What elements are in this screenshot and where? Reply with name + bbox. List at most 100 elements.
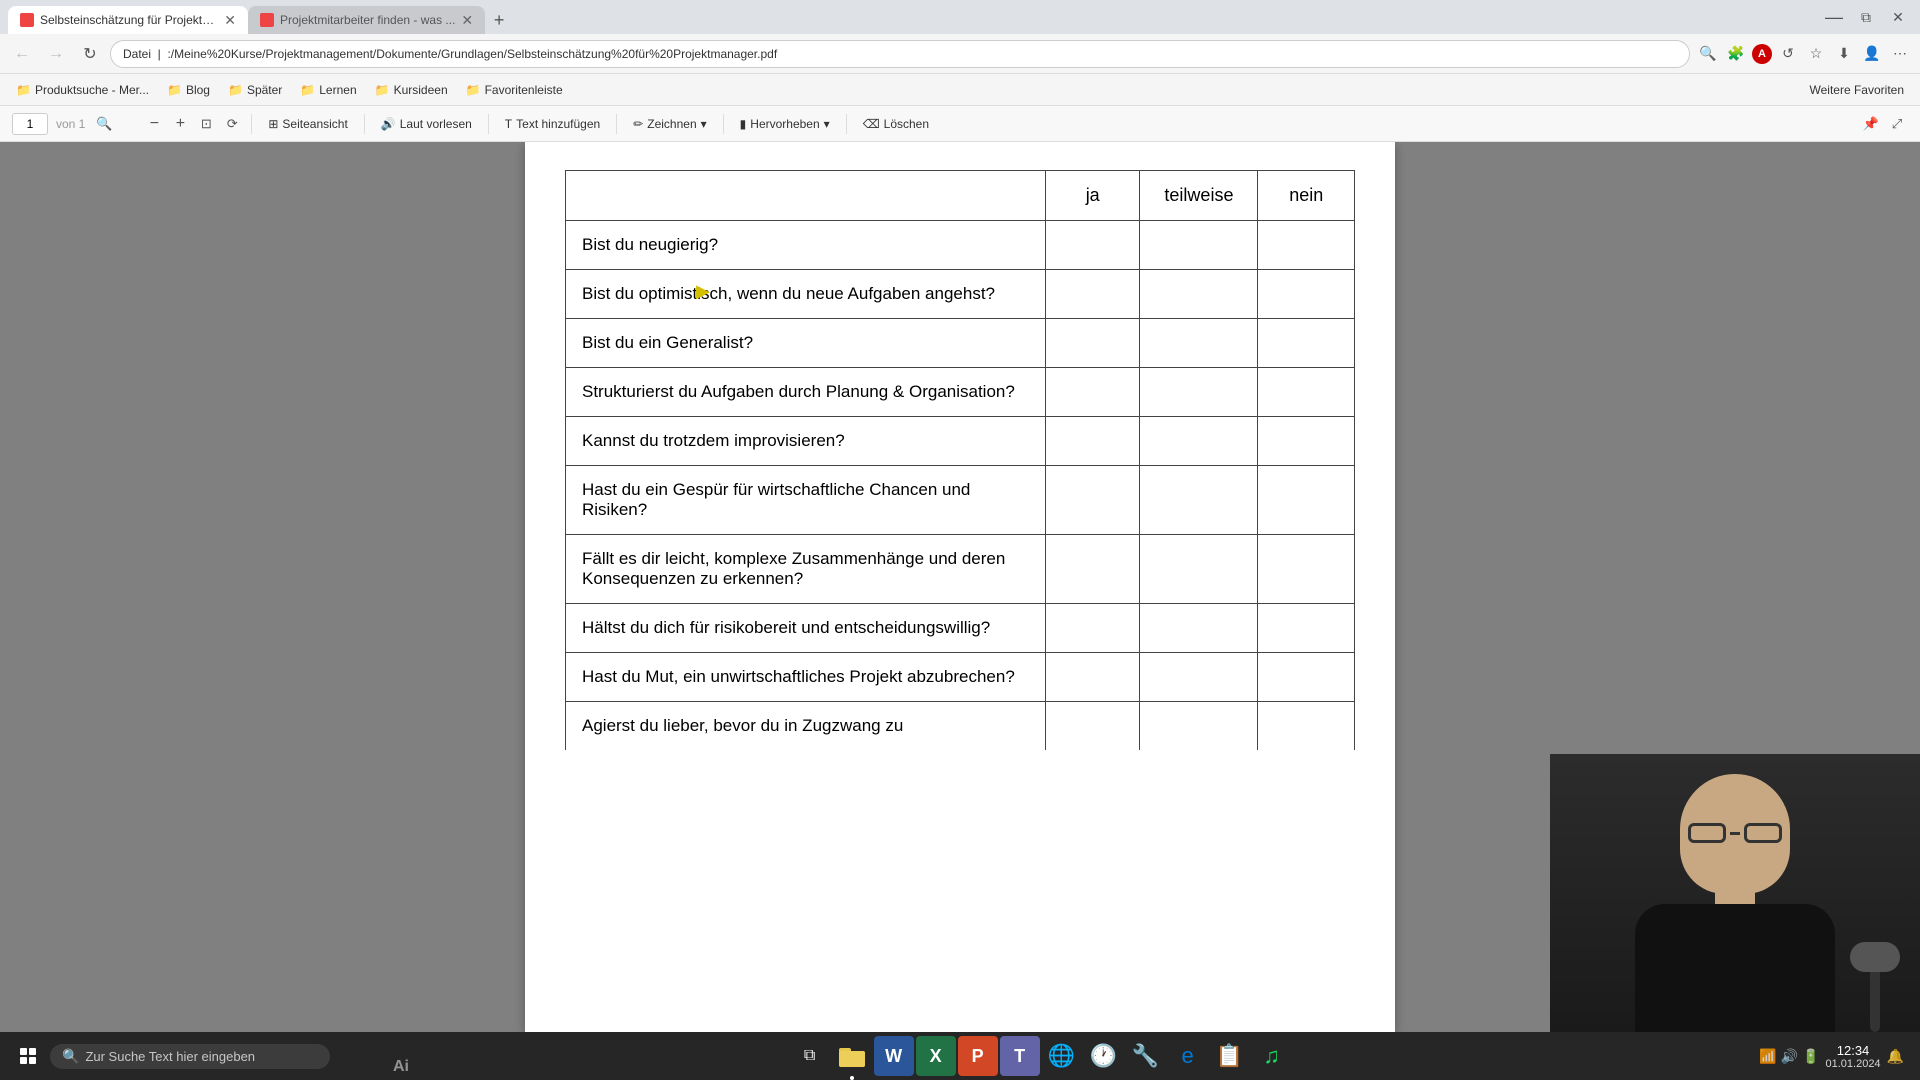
address-input[interactable]: Datei | :/Meine%20Kurse/Projektmanagemen… [110, 40, 1690, 68]
divider-6 [846, 114, 847, 134]
header-ja: ja [1046, 171, 1140, 221]
ja-cell [1046, 466, 1140, 535]
laut-vorlesen-label: Laut vorlesen [400, 117, 472, 131]
bookmark-produktsuche[interactable]: 📁 Produktsuche - Mer... [8, 80, 157, 100]
question-cell: Bist du ein Generalist? [566, 319, 1046, 368]
bookmark-blog[interactable]: 📁 Blog [159, 80, 218, 100]
bookmark-spaeter[interactable]: 📁 Später [220, 80, 290, 100]
adblock-icon[interactable]: A [1752, 44, 1772, 64]
restore-button[interactable]: ⧉ [1852, 3, 1880, 31]
extensions-icon[interactable]: 🧩 [1724, 42, 1748, 66]
header-teilweise: teilweise [1140, 171, 1258, 221]
time-display: 12:34 [1826, 1043, 1881, 1058]
clock-app[interactable]: 🕐 [1084, 1036, 1124, 1076]
question-cell: Bist du neugierig? [566, 221, 1046, 270]
title-bar: Selbsteinschätzung für Projektm... ✕ Pro… [0, 0, 1920, 34]
bookmark-label: Später [247, 83, 282, 97]
minimize-button[interactable]: — [1820, 3, 1848, 31]
tab-2-inactive[interactable]: Projektmitarbeiter finden - was ... ✕ [248, 6, 485, 34]
edge-app[interactable]: e [1168, 1036, 1208, 1076]
taskbar: 🔍 Zur Suche Text hier eingeben ⧉ W X P T… [0, 1032, 1920, 1080]
table-row: Hast du ein Gespür für wirtschaftliche C… [566, 466, 1355, 535]
seitenansicht-icon: ⊞ [268, 117, 278, 131]
bookmark-lernen[interactable]: 📁 Lernen [292, 80, 364, 100]
table-header-row: ja teilweise nein [566, 171, 1355, 221]
excel-app[interactable]: X [916, 1036, 956, 1076]
browser-window: Selbsteinschätzung für Projektm... ✕ Pro… [0, 0, 1920, 1080]
pin-button[interactable]: 📌 [1860, 113, 1882, 135]
new-tab-button[interactable]: + [485, 6, 513, 34]
teams-app[interactable]: T [1000, 1036, 1040, 1076]
text-hinzufuegen-button[interactable]: T Text hinzufügen [497, 111, 608, 137]
ja-cell [1046, 653, 1140, 702]
tab-favicon-1 [20, 13, 34, 27]
taskbar-clock[interactable]: 12:34 01.01.2024 [1826, 1043, 1881, 1070]
table-row: Bist du ein Generalist? [566, 319, 1355, 368]
weitere-favoriten-button[interactable]: Weitere Favoriten [1802, 80, 1912, 100]
ja-cell [1046, 319, 1140, 368]
app9[interactable]: 🔧 [1126, 1036, 1166, 1076]
fit-page-button[interactable]: ⊡ [195, 113, 217, 135]
laut-vorlesen-button[interactable]: 🔊 Laut vorlesen [373, 111, 480, 137]
bookmark-label: Produktsuche - Mer... [35, 83, 149, 97]
forward-button[interactable]: → [42, 40, 70, 68]
table-row: Hältst du dich für risikobereit und ents… [566, 604, 1355, 653]
chrome-app[interactable]: 🌐 [1042, 1036, 1082, 1076]
tab-bar: Selbsteinschätzung für Projektm... ✕ Pro… [8, 0, 1820, 34]
folder-icon: 📁 [16, 83, 31, 97]
taskbar-search[interactable]: 🔍 Zur Suche Text hier eingeben [50, 1044, 330, 1069]
word-app[interactable]: W [874, 1036, 914, 1076]
bookmark-label: Lernen [319, 83, 356, 97]
zoom-in-button[interactable]: + [169, 113, 191, 135]
zoom-icon[interactable]: 🔍 [1696, 42, 1720, 66]
tab-close-1[interactable]: ✕ [224, 12, 236, 29]
ja-cell [1046, 604, 1140, 653]
refresh-icon[interactable]: ↺ [1776, 42, 1800, 66]
taskview-app[interactable]: ⧉ [790, 1036, 830, 1076]
menu-icon[interactable]: ⋯ [1888, 42, 1912, 66]
ja-cell [1046, 368, 1140, 417]
nein-cell [1258, 535, 1355, 604]
bookmark-favoritenleiste[interactable]: 📁 Favoritenleiste [458, 80, 571, 100]
file-explorer-app[interactable] [832, 1036, 872, 1076]
zeichnen-arrow: ▾ [701, 117, 707, 131]
windows-logo [20, 1048, 36, 1064]
question-cell: Bist du optimistisch, wenn du neue Aufga… [566, 270, 1046, 319]
spotify-app[interactable]: ♫ [1252, 1036, 1292, 1076]
hervorheben-button[interactable]: ▮ Hervorheben ▾ [732, 111, 838, 137]
bookmark-label: Blog [186, 83, 210, 97]
table-row: Strukturierst du Aufgaben durch Planung … [566, 368, 1355, 417]
tab-close-2[interactable]: ✕ [461, 12, 473, 29]
zoom-out-button[interactable]: − [143, 113, 165, 135]
zeichnen-button[interactable]: ✏ Zeichnen ▾ [625, 111, 714, 137]
divider-4 [616, 114, 617, 134]
question-cell: Fällt es dir leicht, komplexe Zusammenhä… [566, 535, 1046, 604]
rotate-button[interactable]: ⟳ [221, 113, 243, 135]
tab-1-active[interactable]: Selbsteinschätzung für Projektm... ✕ [8, 6, 248, 34]
notification-icon[interactable]: 🔔 [1887, 1048, 1904, 1065]
bookmark-kursideen[interactable]: 📁 Kursideen [367, 80, 456, 100]
volume-icon: 🔊 [1781, 1048, 1798, 1065]
app11[interactable]: 📋 [1210, 1036, 1250, 1076]
seitenansicht-button[interactable]: ⊞ Seiteansicht [260, 111, 355, 137]
start-button[interactable] [8, 1036, 48, 1076]
pdf-search-button[interactable]: 🔍 [93, 113, 115, 135]
nein-cell [1258, 604, 1355, 653]
download-icon[interactable]: ⬇ [1832, 42, 1856, 66]
back-button[interactable]: ← [8, 40, 36, 68]
loeschen-button[interactable]: ⌫ Löschen [855, 111, 937, 137]
profile-icon[interactable]: 👤 [1860, 42, 1884, 66]
refresh-button[interactable]: ↻ [76, 40, 104, 68]
question-cell: Strukturierst du Aufgaben durch Planung … [566, 368, 1046, 417]
nein-cell [1258, 417, 1355, 466]
pdf-page: ja teilweise nein Bist du neugierig? [525, 142, 1395, 1032]
bookmark-icon[interactable]: ☆ [1804, 42, 1828, 66]
close-button[interactable]: ✕ [1884, 3, 1912, 31]
teilweise-cell [1140, 319, 1258, 368]
powerpoint-app[interactable]: P [958, 1036, 998, 1076]
teilweise-cell [1140, 221, 1258, 270]
expand-button[interactable]: ⤢ [1886, 113, 1908, 135]
table-row: Agierst du lieber, bevor du in Zugzwang … [566, 702, 1355, 751]
nein-cell [1258, 466, 1355, 535]
page-number-input[interactable] [12, 113, 48, 135]
